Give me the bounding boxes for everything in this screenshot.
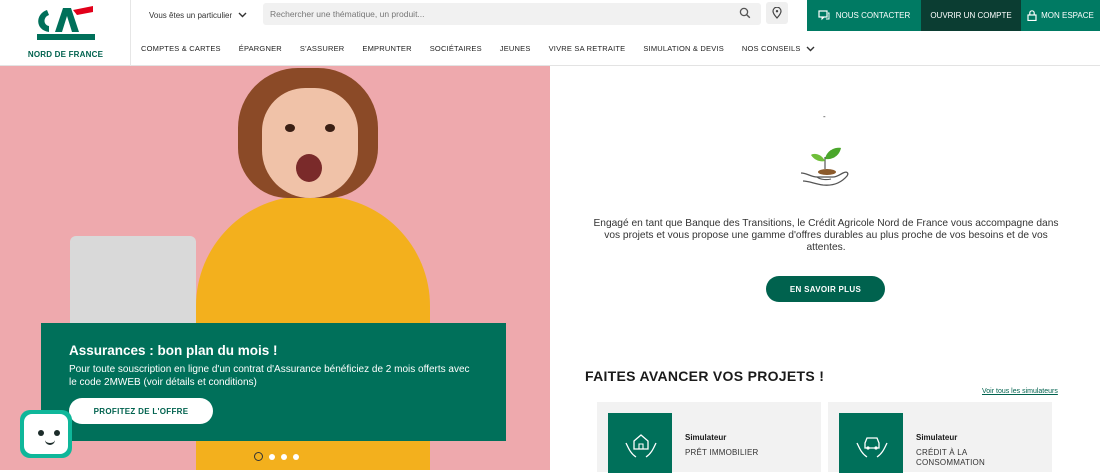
- chevron-down-icon: [238, 12, 247, 18]
- simulator-kind: Simulateur: [685, 433, 727, 442]
- locate-agency-button[interactable]: [766, 2, 788, 24]
- simulator-card-mortgage[interactable]: Simulateur PRÊT IMMOBILIER: [597, 402, 821, 473]
- promo-text: Pour toute souscription en ligne d'un co…: [69, 364, 470, 388]
- chatbot-eye: [54, 430, 60, 436]
- hero-person-mouth: [296, 154, 322, 182]
- commitment-text: Engagé en tant que Banque des Transition…: [593, 218, 1059, 253]
- carousel-dot-3[interactable]: [281, 453, 287, 460]
- nav-item-jeunes[interactable]: JEUNES: [500, 44, 531, 53]
- carousel-dots: [254, 452, 299, 461]
- search-icon[interactable]: [739, 7, 751, 19]
- promo-cta-button[interactable]: PROFITEZ DE L'OFFRE: [69, 398, 213, 424]
- profile-label: Vous êtes un particulier: [149, 10, 233, 20]
- lock-icon: [1027, 10, 1037, 21]
- chatbot-face: [24, 414, 68, 454]
- plant-in-hand-icon: [800, 147, 849, 186]
- credit-agricole-logo-icon: [37, 6, 95, 40]
- nav-item-sassurer[interactable]: S'ASSURER: [300, 44, 345, 53]
- hero-person-eye: [325, 124, 335, 132]
- search-input[interactable]: Rechercher une thématique, un produit...: [263, 3, 761, 25]
- promo-card: Assurances : bon plan du mois ! Pour tou…: [41, 323, 506, 441]
- nav-item-societaires[interactable]: SOCIÉTAIRES: [430, 44, 482, 53]
- simulator-tile: [839, 413, 903, 473]
- open-account-button[interactable]: OUVRIR UN COMPTE: [921, 0, 1021, 31]
- profile-selector[interactable]: Vous êtes un particulier: [149, 9, 247, 21]
- simulator-card-consumer-credit[interactable]: Simulateur CRÉDIT À LA CONSOMMATION: [828, 402, 1052, 473]
- hero-banner[interactable]: Assurances : bon plan du mois ! Pour tou…: [0, 66, 550, 470]
- house-hands-icon: [625, 434, 657, 458]
- commitment-panel: - Engagé en tant que Banque des Transiti…: [550, 66, 1100, 473]
- see-all-simulators-link[interactable]: Voir tous les simulateurs: [982, 388, 1058, 395]
- site-header: NORD DE FRANCE Vous êtes un particulier …: [0, 0, 1100, 66]
- simulator-name: CRÉDIT À LA CONSOMMATION: [916, 448, 985, 467]
- chevron-down-icon: [806, 46, 815, 51]
- hero-person-eye: [285, 124, 295, 132]
- contact-button[interactable]: NOUS CONTACTER: [807, 0, 921, 31]
- car-hands-icon: [856, 437, 888, 458]
- simulator-name: PRÊT IMMOBILIER: [685, 448, 759, 457]
- chatbot-smile: [45, 440, 55, 445]
- location-pin-icon: [772, 7, 782, 19]
- contact-label: NOUS CONTACTER: [835, 11, 911, 20]
- simulator-tile: [608, 413, 672, 473]
- simulator-kind: Simulateur: [916, 433, 958, 442]
- promo-title: Assurances : bon plan du mois !: [69, 343, 278, 358]
- chatbot-eye: [38, 430, 44, 436]
- my-space-label: MON ESPACE: [1041, 11, 1094, 20]
- separator-dash: -: [823, 112, 826, 121]
- open-account-label: OUVRIR UN COMPTE: [930, 11, 1012, 20]
- my-space-button[interactable]: MON ESPACE: [1021, 0, 1100, 31]
- nav-item-emprunter[interactable]: EMPRUNTER: [362, 44, 411, 53]
- carousel-dot-2[interactable]: [269, 453, 275, 460]
- nav-item-retraite[interactable]: VIVRE SA RETRAITE: [549, 44, 626, 53]
- learn-more-button[interactable]: EN SAVOIR PLUS: [766, 276, 885, 302]
- chat-icon: [818, 10, 830, 21]
- nav-item-conseils[interactable]: NOS CONSEILS: [742, 44, 815, 53]
- carousel-dot-1[interactable]: [254, 452, 263, 461]
- nav-item-simulation[interactable]: SIMULATION & DEVIS: [643, 44, 724, 53]
- carousel-dot-4[interactable]: [293, 453, 299, 460]
- nav-item-comptes-cartes[interactable]: COMPTES & CARTES: [141, 44, 221, 53]
- chatbot-button[interactable]: [20, 410, 72, 458]
- projects-title: FAITES AVANCER VOS PROJETS !: [585, 368, 825, 384]
- nav-item-epargner[interactable]: ÉPARGNER: [239, 44, 282, 53]
- main-nav: COMPTES & CARTES ÉPARGNER S'ASSURER EMPR…: [141, 44, 833, 53]
- search-placeholder: Rechercher une thématique, un produit...: [270, 9, 425, 19]
- brand-name: NORD DE FRANCE: [27, 50, 104, 59]
- brand-logo[interactable]: NORD DE FRANCE: [0, 0, 131, 66]
